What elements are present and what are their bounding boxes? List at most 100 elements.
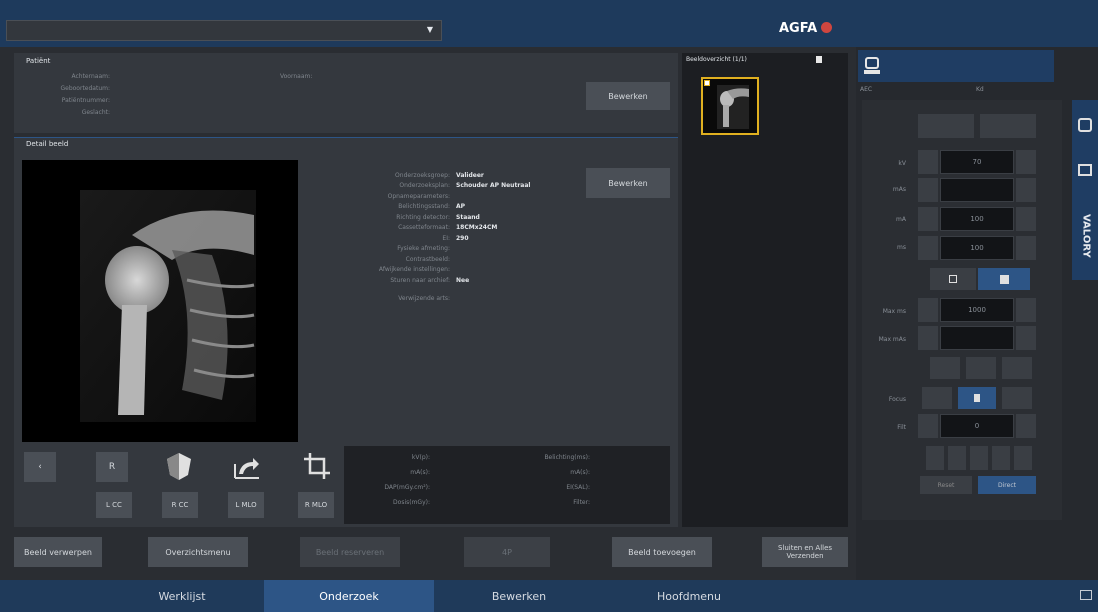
- generator-icon[interactable]: [861, 55, 883, 77]
- nav-main-menu[interactable]: Hoofdmenu: [604, 580, 774, 612]
- exposure-kv-label: kV(p):: [411, 454, 430, 461]
- mas-plus-button[interactable]: [1016, 178, 1036, 202]
- detail-field-label: Opnameparameters:: [387, 192, 450, 200]
- density-2-button[interactable]: [948, 446, 966, 470]
- patient-label-id: Patiëntnummer:: [61, 97, 110, 104]
- mas-minus-button[interactable]: [918, 178, 938, 202]
- density-4-button[interactable]: [992, 446, 1010, 470]
- max-ms-value[interactable]: 1000: [940, 298, 1014, 322]
- rmlo-button[interactable]: R MLO: [298, 492, 334, 518]
- reserve-image-button[interactable]: Beeld reserveren: [300, 537, 400, 567]
- focus-large-button[interactable]: [958, 387, 996, 409]
- overview-menu-button[interactable]: Overzichtsmenu: [148, 537, 248, 567]
- patient-panel: [14, 53, 678, 133]
- maxms-minus-button[interactable]: [918, 298, 938, 322]
- ma-label: mA: [896, 216, 906, 223]
- maxmas-minus-button[interactable]: [918, 326, 938, 350]
- ms-minus-button[interactable]: [918, 236, 938, 260]
- aec-right-button[interactable]: [980, 114, 1036, 138]
- xray-shoulder-image: [80, 190, 256, 422]
- 4p-button[interactable]: 4P: [464, 537, 550, 567]
- nav-edit[interactable]: Bewerken: [434, 580, 604, 612]
- filter-minus-button[interactable]: [918, 414, 938, 438]
- generator-tab-icon[interactable]: [1078, 118, 1092, 132]
- direct-button[interactable]: Direct: [978, 476, 1036, 494]
- max-mas-value[interactable]: [940, 326, 1014, 350]
- patient-label-firstname: Voornaam:: [280, 73, 313, 80]
- detail-field-value: 18CMx24CM: [456, 224, 498, 231]
- aec-left-button[interactable]: [918, 114, 974, 138]
- prev-button[interactable]: ‹: [24, 452, 56, 482]
- exposure-dose-label: Dosis(mGy):: [393, 499, 430, 506]
- ma-plus-button[interactable]: [1016, 207, 1036, 231]
- exposure-mas2-label: mA(s):: [570, 469, 590, 476]
- filter-value[interactable]: 0: [940, 414, 1014, 438]
- add-image-button[interactable]: Beeld toevoegen: [612, 537, 712, 567]
- density-3-button[interactable]: [970, 446, 988, 470]
- density-1-button[interactable]: [926, 446, 944, 470]
- patient-select[interactable]: ▼: [6, 20, 442, 41]
- nav-examination[interactable]: Onderzoek: [264, 580, 434, 612]
- marker-r-icon: R: [108, 462, 116, 472]
- marker-r-button[interactable]: R: [96, 452, 128, 482]
- ms-label: ms: [897, 244, 906, 251]
- patient-edit-button[interactable]: Bewerken: [586, 82, 670, 110]
- reject-image-button[interactable]: Beeld verwerpen: [14, 537, 102, 567]
- chat-icon[interactable]: [1080, 590, 1092, 600]
- filter-plus-button[interactable]: [1016, 414, 1036, 438]
- thumbnail-item[interactable]: [701, 77, 759, 135]
- maxmas-plus-button[interactable]: [1016, 326, 1036, 350]
- max-ms-label: Max ms: [882, 308, 906, 315]
- kd-label: Kd: [976, 86, 984, 93]
- aec-chamber-center[interactable]: [966, 357, 996, 379]
- patient-title: Patiënt: [26, 57, 51, 65]
- filter-label: Filt: [897, 424, 906, 431]
- mode-grid-button[interactable]: [978, 268, 1030, 290]
- exposure-time-label: Belichting(ms):: [544, 454, 590, 461]
- nav-worklist[interactable]: Werklijst: [100, 580, 264, 612]
- crop-button[interactable]: [298, 448, 336, 484]
- ms-plus-button[interactable]: [1016, 236, 1036, 260]
- detail-field-row: EI: 290: [346, 231, 576, 242]
- aec-chamber-left[interactable]: [930, 357, 960, 379]
- bottom-nav: Werklijst Onderzoek Bewerken Hoofdmenu: [0, 580, 1098, 612]
- kv-value[interactable]: 70: [940, 150, 1014, 174]
- left-arrow-icon: ‹: [38, 462, 42, 472]
- shutter-button[interactable]: [160, 448, 198, 484]
- lcc-button[interactable]: L CC: [96, 492, 132, 518]
- rotate-icon: [234, 458, 259, 479]
- thumbnail-title: Beeldoverzicht (1/1): [686, 56, 747, 63]
- detector-tab-icon[interactable]: [1078, 164, 1092, 176]
- density-5-button[interactable]: [1014, 446, 1032, 470]
- detail-field-label: Contrastbeeld:: [405, 255, 450, 263]
- image-edit-button[interactable]: Bewerken: [586, 168, 670, 198]
- mas-value[interactable]: [940, 178, 1014, 202]
- reset-button[interactable]: Reset: [920, 476, 972, 494]
- ma-minus-button[interactable]: [918, 207, 938, 231]
- focus-auto-button[interactable]: [1002, 387, 1032, 409]
- right-header: [858, 50, 1054, 82]
- rotate-button[interactable]: [228, 448, 266, 484]
- mode-single-button[interactable]: [930, 268, 976, 290]
- ms-value[interactable]: 100: [940, 236, 1014, 260]
- rcc-button[interactable]: R CC: [162, 492, 198, 518]
- focus-small-button[interactable]: [922, 387, 952, 409]
- xray-image[interactable]: [22, 160, 298, 442]
- patient-label-lastname: Achternaam:: [71, 73, 110, 80]
- ma-value[interactable]: 100: [940, 207, 1014, 231]
- valory-tab-label[interactable]: VALORY: [1073, 196, 1098, 276]
- close-send-all-button[interactable]: Sluiten en Alles Verzenden: [762, 537, 848, 567]
- lmlo-button[interactable]: L MLO: [228, 492, 264, 518]
- kv-minus-button[interactable]: [918, 150, 938, 174]
- maxms-plus-button[interactable]: [1016, 298, 1036, 322]
- detail-field-row: Sturen naar archief: Nee: [346, 273, 576, 284]
- aec-chamber-right[interactable]: [1002, 357, 1032, 379]
- checkbox-icon[interactable]: [704, 80, 710, 86]
- detail-field-row: Cassetteformaat: 18CMx24CM: [346, 221, 576, 231]
- kv-plus-button[interactable]: [1016, 150, 1036, 174]
- chevron-down-icon: ▼: [426, 25, 433, 34]
- document-icon[interactable]: [816, 56, 822, 63]
- detail-field-row: Verwijzende arts:: [346, 284, 576, 302]
- logo-dot-icon: [821, 22, 833, 33]
- detail-field-row: Onderzoeksplan: Schouder AP Neutraal: [346, 179, 576, 189]
